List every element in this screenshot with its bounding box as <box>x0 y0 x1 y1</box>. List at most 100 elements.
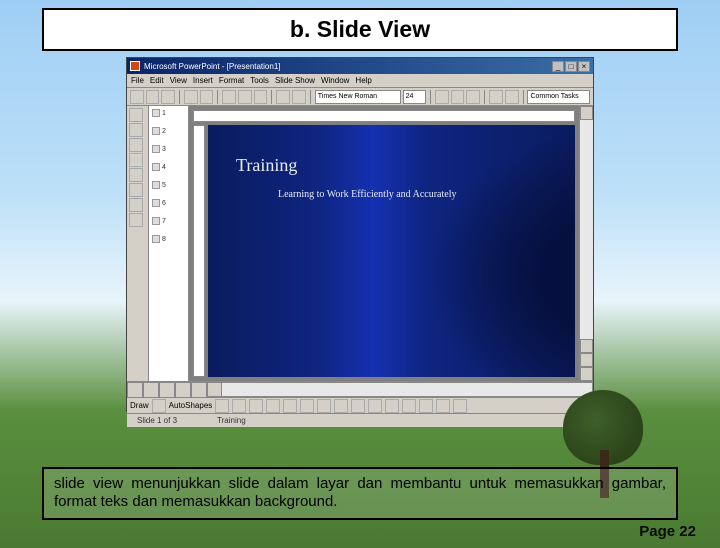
spell-icon[interactable] <box>200 90 214 104</box>
vertical-toolbar <box>127 106 149 381</box>
new-icon[interactable] <box>130 90 144 104</box>
workspace: 1 2 3 4 5 6 7 8 Training Learning to Wor… <box>127 106 593 381</box>
slide-view-icon[interactable] <box>159 382 175 398</box>
move-down-icon[interactable] <box>129 153 143 167</box>
expand-icon[interactable] <box>129 183 143 197</box>
scroll-down-icon[interactable] <box>580 339 593 353</box>
arrowstyle-icon[interactable] <box>419 399 433 413</box>
textbox-icon[interactable] <box>283 399 297 413</box>
description-text: slide view menunjukkan slide dalam layar… <box>54 475 666 513</box>
menu-window[interactable]: Window <box>321 76 349 85</box>
menu-edit[interactable]: Edit <box>150 76 164 85</box>
close-button[interactable]: × <box>578 61 590 72</box>
slide-content[interactable]: Training Learning to Work Efficiently an… <box>208 125 575 377</box>
linestyle-icon[interactable] <box>385 399 399 413</box>
drawing-toolbar: Draw AutoShapes <box>127 397 593 413</box>
italic-icon[interactable] <box>451 90 465 104</box>
dashstyle-icon[interactable] <box>402 399 416 413</box>
prev-slide-icon[interactable] <box>580 353 593 367</box>
menu-view[interactable]: View <box>170 76 187 85</box>
description-box: slide view menunjukkan slide dalam layar… <box>42 467 678 521</box>
bold-icon[interactable] <box>435 90 449 104</box>
view-buttons <box>127 382 207 397</box>
oval-icon[interactable] <box>266 399 280 413</box>
common-tasks[interactable]: Common Tasks <box>527 90 589 104</box>
maximize-button[interactable]: □ <box>565 61 577 72</box>
save-icon[interactable] <box>161 90 175 104</box>
slide-title: Training <box>236 155 297 176</box>
font-size-select[interactable]: 24 <box>403 90 427 104</box>
menu-slideshow[interactable]: Slide Show <box>275 76 315 85</box>
outline-view-icon[interactable] <box>143 382 159 398</box>
next-slide-icon[interactable] <box>580 367 593 381</box>
menu-insert[interactable]: Insert <box>193 76 213 85</box>
clipart-icon[interactable] <box>317 399 331 413</box>
slide-canvas: Training Learning to Work Efficiently an… <box>189 106 579 381</box>
outline-item[interactable]: 7 <box>152 217 185 225</box>
draw-menu[interactable]: Draw <box>130 401 149 410</box>
copy-icon[interactable] <box>238 90 252 104</box>
powerpoint-screenshot: Microsoft PowerPoint - [Presentation1] _… <box>126 57 594 412</box>
scroll-left-icon[interactable] <box>208 383 222 396</box>
window-buttons: _ □ × <box>552 61 590 72</box>
promote-icon[interactable] <box>129 108 143 122</box>
show-formatting-icon[interactable] <box>129 213 143 227</box>
shadow-icon[interactable] <box>436 399 450 413</box>
status-bar: Slide 1 of 3 Training <box>127 413 593 427</box>
print-icon[interactable] <box>184 90 198 104</box>
arrow-icon[interactable] <box>232 399 246 413</box>
fillcolor-icon[interactable] <box>334 399 348 413</box>
outline-item[interactable]: 1 <box>152 109 185 117</box>
wordart-icon[interactable] <box>300 399 314 413</box>
page-title: b. Slide View <box>44 16 676 43</box>
outline-pane[interactable]: 1 2 3 4 5 6 7 8 <box>149 106 189 381</box>
scrollbar-vertical[interactable] <box>579 106 593 381</box>
autoshapes-menu[interactable]: AutoShapes <box>169 401 213 410</box>
window-title: Microsoft PowerPoint - [Presentation1] <box>144 62 281 71</box>
font-name-select[interactable]: Times New Roman <box>315 90 401 104</box>
slide-body: Learning to Work Efficiently and Accurat… <box>278 189 457 201</box>
cut-icon[interactable] <box>222 90 236 104</box>
rectangle-icon[interactable] <box>249 399 263 413</box>
app-icon <box>130 61 140 71</box>
outline-item[interactable]: 3 <box>152 145 185 153</box>
ruler-vertical <box>193 125 205 377</box>
title-box: b. Slide View <box>42 8 678 51</box>
open-icon[interactable] <box>146 90 160 104</box>
3d-icon[interactable] <box>453 399 467 413</box>
status-template-name: Training <box>217 416 246 425</box>
fontcolor-icon[interactable] <box>368 399 382 413</box>
undo-icon[interactable] <box>276 90 290 104</box>
paste-icon[interactable] <box>254 90 268 104</box>
underline-icon[interactable] <box>466 90 480 104</box>
scrollbar-horizontal[interactable] <box>207 382 593 397</box>
menu-file[interactable]: File <box>131 76 144 85</box>
redo-icon[interactable] <box>292 90 306 104</box>
summary-icon[interactable] <box>129 198 143 212</box>
normal-view-icon[interactable] <box>127 382 143 398</box>
align-left-icon[interactable] <box>489 90 503 104</box>
slideshow-view-icon[interactable] <box>191 382 207 398</box>
menu-tools[interactable]: Tools <box>250 76 269 85</box>
outline-item[interactable]: 5 <box>152 181 185 189</box>
select-icon[interactable] <box>152 399 166 413</box>
minimize-button[interactable]: _ <box>552 61 564 72</box>
align-center-icon[interactable] <box>505 90 519 104</box>
menubar: File Edit View Insert Format Tools Slide… <box>127 74 593 88</box>
outline-item[interactable]: 6 <box>152 199 185 207</box>
collapse-icon[interactable] <box>129 168 143 182</box>
sorter-view-icon[interactable] <box>175 382 191 398</box>
scroll-up-icon[interactable] <box>580 106 593 120</box>
move-up-icon[interactable] <box>129 138 143 152</box>
standard-toolbar: Times New Roman 24 Common Tasks <box>127 88 593 106</box>
menu-format[interactable]: Format <box>219 76 244 85</box>
outline-item[interactable]: 4 <box>152 163 185 171</box>
demote-icon[interactable] <box>129 123 143 137</box>
bottom-bar <box>127 381 593 397</box>
page-number: Page 22 <box>639 523 696 540</box>
outline-item[interactable]: 8 <box>152 235 185 243</box>
linecolor-icon[interactable] <box>351 399 365 413</box>
menu-help[interactable]: Help <box>355 76 371 85</box>
line-icon[interactable] <box>215 399 229 413</box>
outline-item[interactable]: 2 <box>152 127 185 135</box>
